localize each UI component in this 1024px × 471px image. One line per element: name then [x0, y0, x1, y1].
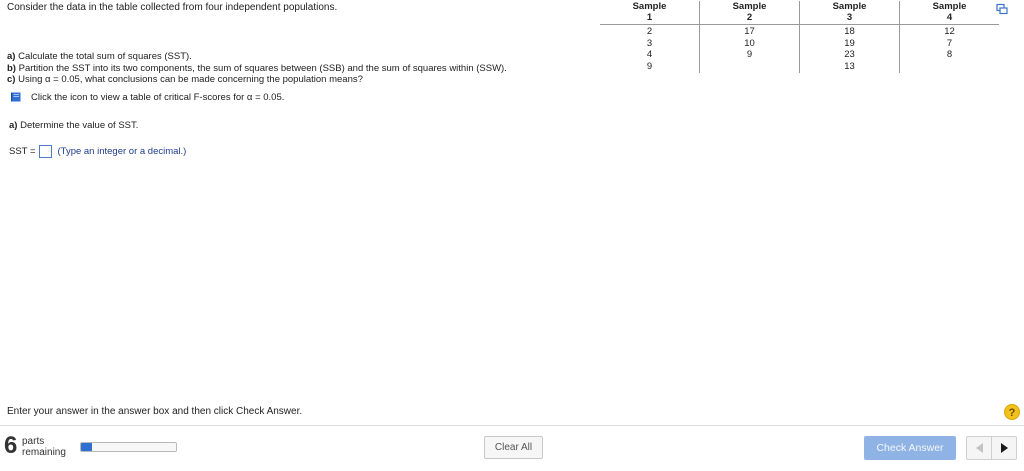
- check-answer-button[interactable]: Check Answer: [864, 436, 956, 460]
- table-cell: 3: [646, 37, 653, 49]
- next-part-button[interactable]: [991, 436, 1017, 460]
- table-cell: 8: [899, 49, 999, 61]
- question-item: c) Using α = 0.05, what conclusions can …: [7, 74, 363, 85]
- parts-remaining-count: 6: [4, 432, 18, 459]
- table-cell: 19: [799, 37, 900, 49]
- question-item: a) Calculate the total sum of squares (S…: [7, 51, 192, 62]
- table-cell: 23: [799, 49, 900, 61]
- answer-instruction: Enter your answer in the answer box and …: [7, 406, 303, 417]
- question-item: b) Partition the SST into its two compon…: [7, 62, 507, 74]
- chevron-left-icon: [975, 443, 983, 453]
- table-cell: 12: [899, 24, 999, 38]
- clear-all-button[interactable]: Clear All: [484, 436, 543, 459]
- previous-part-button[interactable]: [966, 436, 992, 460]
- table-cell: 13: [799, 60, 900, 73]
- table-cell: [899, 60, 999, 73]
- table-cell: 9: [646, 60, 653, 72]
- table-cell: 9: [699, 49, 800, 61]
- table-header-cell: Sample 4: [899, 1, 999, 25]
- hint-text: Click the icon to view a table of critic…: [31, 91, 285, 103]
- parts-remaining-label: parts remaining: [22, 436, 66, 458]
- table-row: 2 17 18 12: [600, 24, 999, 38]
- data-table: Sample 1 Sample 2 Sample 3 Sample 4 2 17 18 …: [600, 1, 999, 73]
- table-header-row: Sample 1 Sample 2 Sample 3 Sample 4: [600, 1, 999, 25]
- sst-input-label: SST =: [9, 145, 36, 157]
- table-row: 4 9 23 8: [600, 49, 999, 61]
- sst-answer-row: SST = (Type an integer or a decimal.): [9, 144, 186, 158]
- f-table-hint: Click the icon to view a table of critic…: [9, 90, 284, 104]
- table-header-cell: Sample 3: [799, 1, 900, 25]
- table-cell: 4: [646, 49, 653, 60]
- question-list: a) Calculate the total sum of squares (S…: [7, 51, 507, 86]
- help-icon[interactable]: ?: [1004, 404, 1020, 420]
- table-cell: 17: [699, 24, 800, 38]
- footer-divider: [0, 425, 1024, 426]
- chevron-right-icon: [1000, 443, 1008, 453]
- problem-intro: Consider the data in the table collected…: [7, 2, 338, 13]
- table-row: 9 13: [600, 60, 999, 73]
- book-icon[interactable]: [9, 91, 23, 103]
- table-header-cell: Sample 2: [699, 1, 800, 25]
- table-cell: 7: [899, 37, 999, 49]
- progress-fill: [81, 443, 93, 451]
- copy-data-icon[interactable]: [996, 3, 1008, 15]
- table-cell: [699, 60, 800, 73]
- table-cell: 2: [646, 26, 653, 37]
- sst-input[interactable]: [38, 144, 52, 158]
- part-a-prompt: a) Determine the value of SST.: [9, 120, 139, 131]
- table-header-cell: Sample 1: [632, 1, 667, 23]
- table-cell: 18: [799, 24, 900, 38]
- answer-format-hint: (Type an integer or a decimal.): [57, 145, 187, 157]
- table-row: 3 10 19 7: [600, 37, 999, 49]
- progress-bar: [80, 442, 177, 452]
- table-cell: 10: [699, 37, 800, 49]
